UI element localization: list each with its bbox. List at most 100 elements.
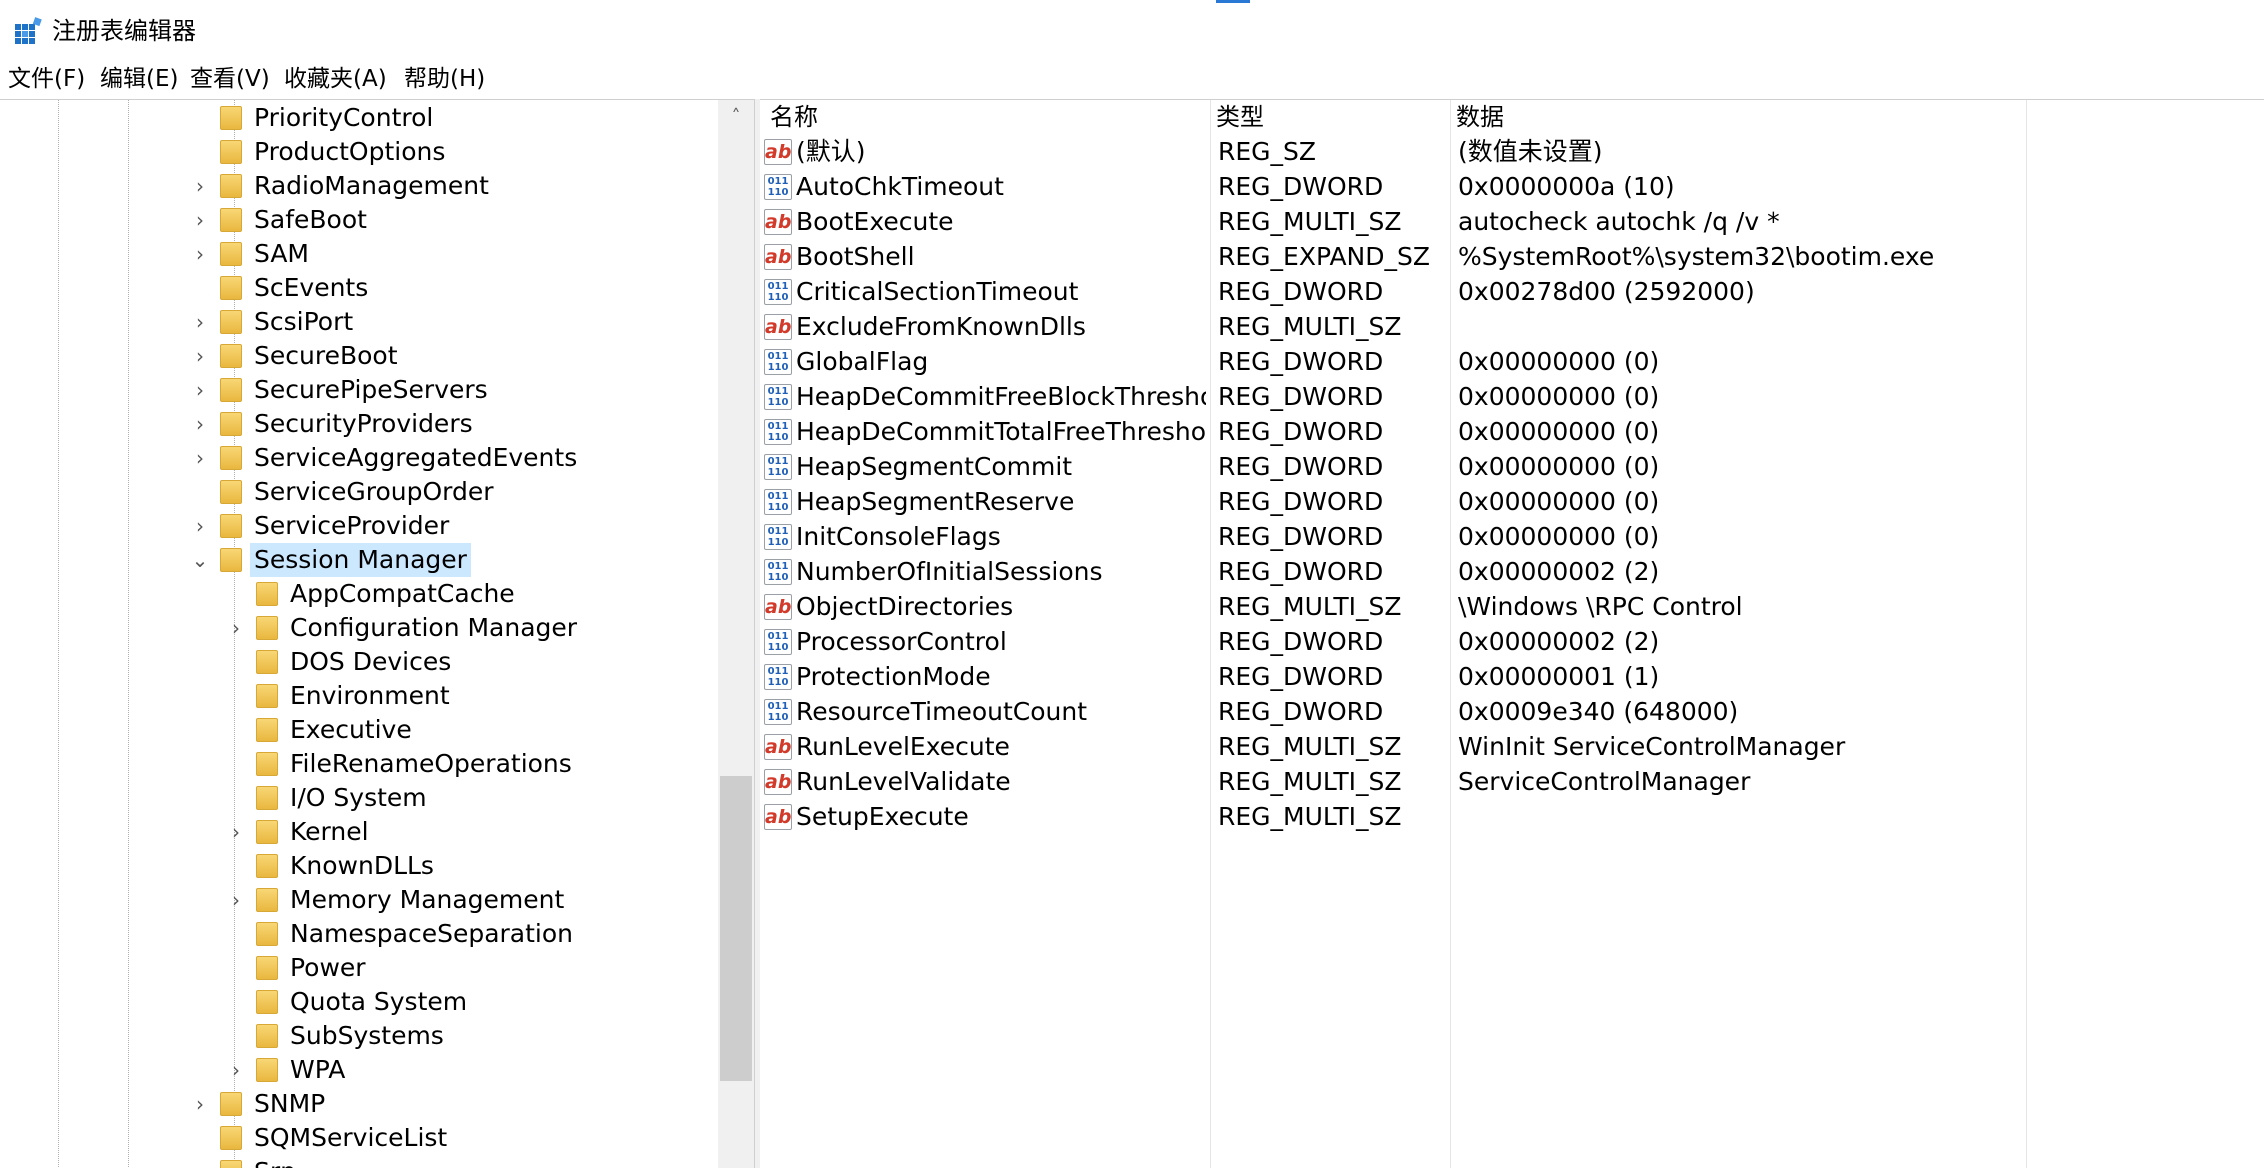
tree-item[interactable]: I/O System (0, 781, 716, 815)
tree-scrollbar[interactable]: ˄ (718, 100, 754, 1168)
tree-item[interactable]: › Kernel (0, 815, 716, 849)
scroll-thumb[interactable] (720, 776, 752, 1081)
value-row[interactable]: 011 110 ResourceTimeoutCount REG_DWORD 0x00… (760, 694, 2264, 729)
binary-value-icon: 011 110 (764, 699, 792, 725)
value-name: SetupExecute (796, 802, 969, 831)
expand-chevron-icon[interactable]: › (190, 1087, 210, 1121)
tree-item[interactable]: › SNMP (0, 1087, 716, 1121)
tree-item[interactable]: › SAM (0, 237, 716, 271)
value-row[interactable]: ab ExcludeFromKnownDlls REG_MULTI_SZ (760, 309, 2264, 344)
tree-item[interactable]: › SecurePipeServers (0, 373, 716, 407)
tree-item[interactable]: DOS Devices (0, 645, 716, 679)
main-area: PriorityControl ProductOptions › RadioManag… (0, 99, 2264, 1168)
value-data: 0x0000000a (10) (1458, 172, 1675, 201)
column-header-name[interactable]: 名称 (764, 100, 1210, 134)
tree-item[interactable]: › ScsiPort (0, 305, 716, 339)
tree-item[interactable]: › ServiceAggregatedEvents (0, 441, 716, 475)
tree-item[interactable]: Executive (0, 713, 716, 747)
column-header-data[interactable]: 数据 (1450, 100, 2026, 134)
value-row[interactable]: 011 110 ProtectionMode REG_DWORD 0x00000001… (760, 659, 2264, 694)
tree-item[interactable]: ⌄ Session Manager (0, 543, 716, 577)
value-row[interactable]: 011 110 AutoChkTimeout REG_DWORD 0x0000000a… (760, 169, 2264, 204)
tree-item[interactable]: › SafeBoot (0, 203, 716, 237)
tree-item[interactable]: AppCompatCache (0, 577, 716, 611)
value-row[interactable]: 011 110 HeapDeCommitFreeBlockThreshold REG… (760, 379, 2264, 414)
expand-chevron-icon[interactable]: › (190, 339, 210, 373)
expand-chevron-icon[interactable]: › (190, 1155, 210, 1168)
value-row[interactable]: ab BootExecute REG_MULTI_SZ autocheck autoc… (760, 204, 2264, 239)
binary-value-icon: 011 110 (764, 419, 792, 445)
tree-item[interactable]: ScEvents (0, 271, 716, 305)
expand-chevron-icon[interactable]: › (226, 611, 246, 645)
tree-item[interactable]: Environment (0, 679, 716, 713)
scroll-up-arrow-icon[interactable]: ˄ (718, 100, 754, 134)
tree-item[interactable]: ServiceGroupOrder (0, 475, 716, 509)
value-data: 0x00000000 (0) (1458, 487, 1660, 516)
tree-item-label: Power (290, 953, 366, 982)
tree-item[interactable]: FileRenameOperations (0, 747, 716, 781)
tree-item[interactable]: KnownDLLs (0, 849, 716, 883)
expand-chevron-icon[interactable]: › (226, 883, 246, 917)
tree-item[interactable]: PriorityControl (0, 101, 716, 135)
expand-chevron-icon[interactable]: › (190, 169, 210, 203)
column-header-type[interactable]: 类型 (1210, 100, 1450, 134)
menu-view[interactable]: 查看(V) (190, 62, 270, 96)
tree-item[interactable]: Power (0, 951, 716, 985)
expand-chevron-icon[interactable]: › (190, 305, 210, 339)
folder-icon (220, 514, 242, 538)
tree-item[interactable]: ProductOptions (0, 135, 716, 169)
value-row[interactable]: ab (默认) REG_SZ (数值未设置) (760, 134, 2264, 169)
string-value-icon: ab (764, 139, 792, 165)
value-row[interactable]: ab RunLevelValidate REG_MULTI_SZ ServiceCon… (760, 764, 2264, 799)
menu-file[interactable]: 文件(F) (8, 62, 85, 96)
tree-item[interactable]: › ServiceProvider (0, 509, 716, 543)
tree-item[interactable]: › WPA (0, 1053, 716, 1087)
tree-item-label: ServiceProvider (254, 511, 450, 540)
tree-item[interactable]: SubSystems (0, 1019, 716, 1053)
expand-chevron-icon[interactable]: › (190, 509, 210, 543)
value-row[interactable]: 011 110 GlobalFlag REG_DWORD 0x00000000 (0) (760, 344, 2264, 379)
value-row[interactable]: ab BootShell REG_EXPAND_SZ %SystemRoot%\sys… (760, 239, 2264, 274)
tree-item[interactable]: › SecurityProviders (0, 407, 716, 441)
value-name: HeapSegmentReserve (796, 487, 1075, 516)
tree-item[interactable]: › Srp (0, 1155, 716, 1168)
value-row[interactable]: 011 110 InitConsoleFlags REG_DWORD 0x000000… (760, 519, 2264, 554)
expand-chevron-icon[interactable]: › (190, 441, 210, 475)
string-value-icon: ab (764, 769, 792, 795)
tree-item[interactable]: › Memory Management (0, 883, 716, 917)
expand-chevron-icon[interactable]: › (226, 1053, 246, 1087)
tree-item[interactable]: Quota System (0, 985, 716, 1019)
collapse-chevron-icon[interactable]: ⌄ (190, 543, 210, 577)
value-row[interactable]: 011 110 ProcessorControl REG_DWORD 0x000000… (760, 624, 2264, 659)
expand-chevron-icon[interactable]: › (190, 237, 210, 271)
value-type: REG_DWORD (1218, 382, 1384, 411)
value-row[interactable]: 011 110 CriticalSectionTimeout REG_DWORD 0x… (760, 274, 2264, 309)
tree-item[interactable]: SQMServiceList (0, 1121, 716, 1155)
tree-item[interactable]: › SecureBoot (0, 339, 716, 373)
expand-chevron-icon[interactable]: › (190, 373, 210, 407)
value-row[interactable]: 011 110 NumberOfInitialSessions REG_DWORD 0… (760, 554, 2264, 589)
menu-favorites[interactable]: 收藏夹(A) (284, 62, 387, 96)
value-row[interactable]: ab RunLevelExecute REG_MULTI_SZ WinInit Ser… (760, 729, 2264, 764)
expand-chevron-icon[interactable]: › (190, 407, 210, 441)
tree-item-label: Quota System (290, 987, 468, 1016)
value-row[interactable]: 011 110 HeapSegmentCommit REG_DWORD 0x00000… (760, 449, 2264, 484)
value-row[interactable]: 011 110 HeapDeCommitTotalFreeThreshold REG… (760, 414, 2264, 449)
tree-item[interactable]: › RadioManagement (0, 169, 716, 203)
value-row[interactable]: 011 110 HeapSegmentReserve REG_DWORD 0x0000… (760, 484, 2264, 519)
binary-value-icon: 011 110 (764, 629, 792, 655)
expand-chevron-icon[interactable]: › (190, 203, 210, 237)
string-value-icon: ab (764, 209, 792, 235)
folder-icon (256, 922, 278, 946)
menu-edit[interactable]: 编辑(E) (100, 62, 178, 96)
value-row[interactable]: ab ObjectDirectories REG_MULTI_SZ \Windows … (760, 589, 2264, 624)
expand-chevron-icon[interactable]: › (226, 815, 246, 849)
folder-icon (220, 276, 242, 300)
tree-item[interactable]: NamespaceSeparation (0, 917, 716, 951)
value-row[interactable]: ab SetupExecute REG_MULTI_SZ (760, 799, 2264, 834)
menu-help[interactable]: 帮助(H) (404, 62, 485, 96)
tree-item[interactable]: › Configuration Manager (0, 611, 716, 645)
